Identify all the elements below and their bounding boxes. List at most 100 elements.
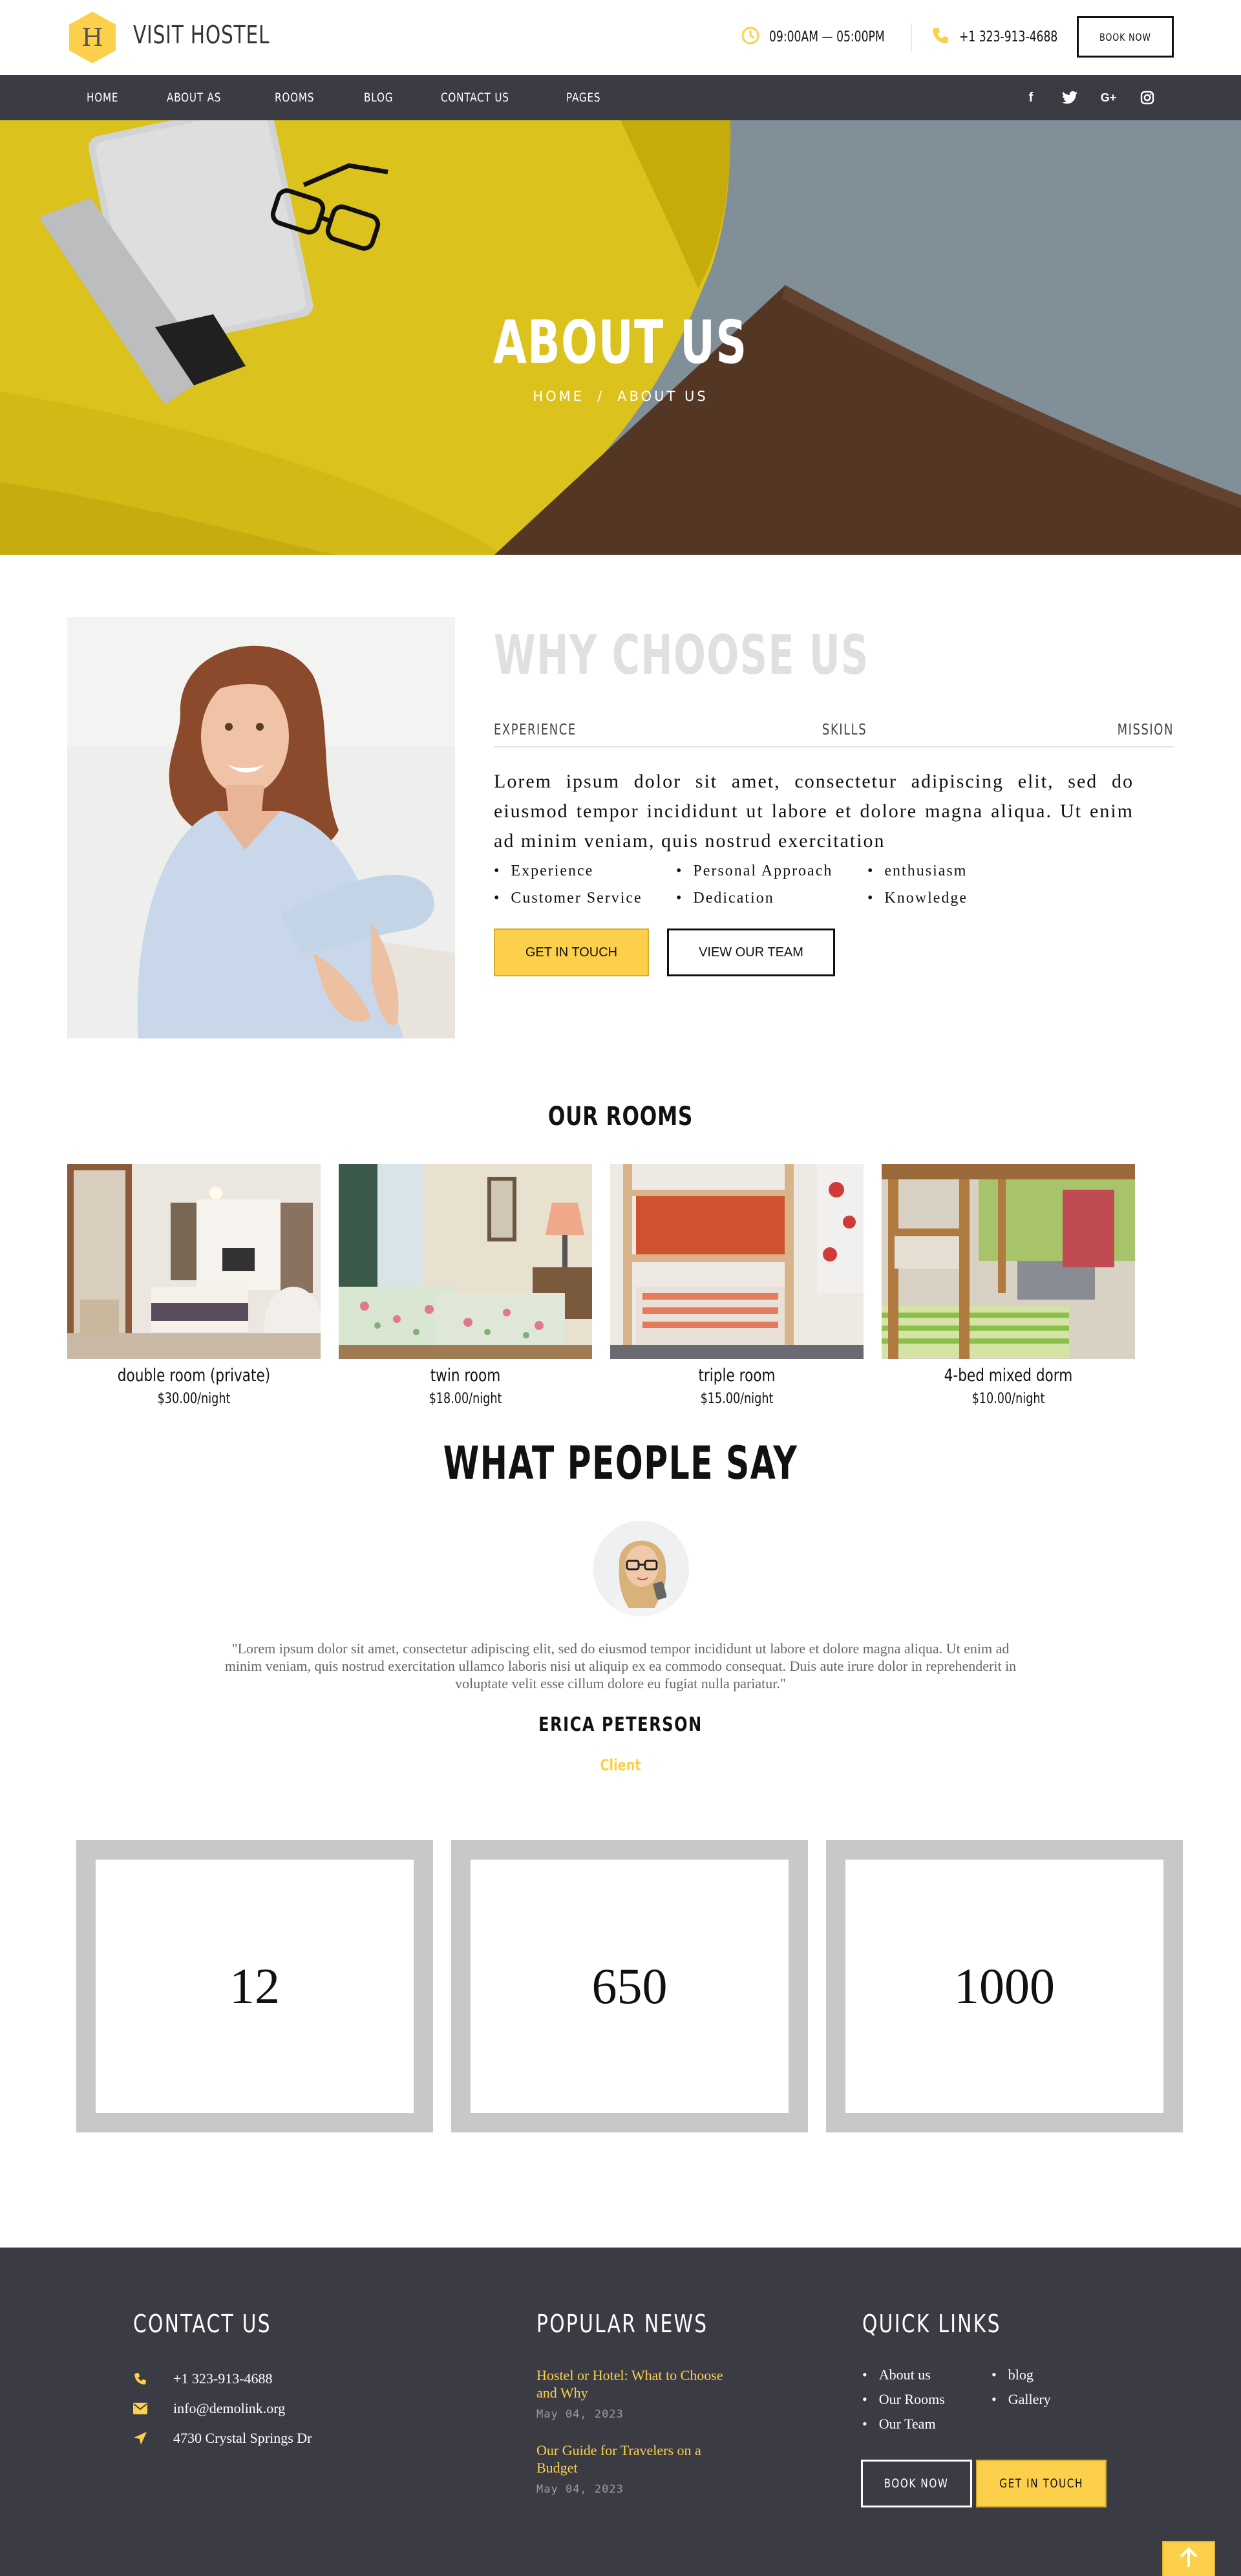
book-now-label: BOOK NOW (1099, 30, 1151, 43)
envelope-icon (133, 2401, 147, 2416)
room-card[interactable]: triple room $15.00/night (610, 1164, 864, 1407)
room-image[interactable] (67, 1164, 321, 1359)
quick-link-blog[interactable]: blog (992, 2367, 1034, 2383)
room-name[interactable]: 4-bed mixed dorm (907, 1366, 1110, 1386)
room-card[interactable]: double room (private) $30.00/night (67, 1164, 321, 1407)
room-name[interactable]: double room (private) (92, 1366, 295, 1386)
nav-item-contact[interactable]: CONTACT US (441, 91, 509, 105)
room-name[interactable]: twin room (364, 1366, 567, 1386)
get-in-touch-button[interactable]: GET IN TOUCH (494, 928, 649, 976)
tab-skills[interactable]: SKILLS (822, 722, 867, 738)
counter-value: 650 (471, 1860, 789, 2113)
hours-text: 09:00AM — 05:00PM (769, 28, 885, 45)
testimonials-title: WHAT PEOPLE SAY (443, 1437, 798, 1490)
arrow-up-icon (1180, 2548, 1198, 2567)
nav-item-pages[interactable]: PAGES (566, 91, 600, 105)
news-date: May 04, 2023 (536, 2483, 624, 2496)
feature-item: Personal Approach (676, 863, 833, 880)
logo[interactable]: H (67, 10, 118, 65)
location-arrow-icon (133, 2431, 147, 2445)
phone-icon (931, 26, 950, 48)
logo-letter: H (81, 23, 103, 52)
feature-item: Customer Service (494, 890, 642, 907)
nav-item-rooms[interactable]: ROOMS (275, 91, 314, 105)
testimonial-author: ERICA PETERSON (538, 1713, 703, 1736)
news-link[interactable]: Hostel or Hotel: What to Choose and Why (536, 2367, 737, 2401)
breadcrumb: HOME / ABOUT US (0, 389, 1241, 404)
counter-box: 12 (76, 1840, 433, 2132)
avatar (593, 1521, 689, 1616)
page-title: ABOUT US (493, 308, 748, 377)
clock-icon (741, 26, 760, 48)
about-photo (67, 617, 455, 1038)
why-choose-us-title: WHY CHOOSE US (494, 623, 869, 687)
breadcrumb-separator: / (597, 389, 605, 404)
feature-item: Dedication (676, 890, 774, 907)
quick-link-gallery[interactable]: Gallery (992, 2391, 1051, 2408)
nav-item-blog[interactable]: BLOG (364, 91, 393, 105)
facebook-icon[interactable]: f (1021, 88, 1041, 107)
footer-book-now-button[interactable]: BOOK NOW (861, 2460, 972, 2507)
phone-number: +1 323-913-4688 (959, 28, 1058, 45)
twitter-icon[interactable] (1060, 88, 1079, 107)
room-name[interactable]: triple room (635, 1366, 838, 1386)
breadcrumb-home[interactable]: HOME (533, 389, 584, 404)
room-price: $18.00/night (429, 1391, 502, 1407)
footer-get-in-touch-label: GET IN TOUCH (999, 2476, 1083, 2491)
room-price: $15.00/night (700, 1391, 774, 1407)
back-to-top-button[interactable] (1162, 2541, 1215, 2576)
feature-item: Knowledge (867, 890, 968, 907)
footer-email[interactable]: info@demolink.org (133, 2400, 285, 2417)
google-plus-icon[interactable]: G+ (1099, 88, 1118, 107)
footer-contact-title: CONTACT US (133, 2310, 271, 2338)
footer-email-text: info@demolink.org (173, 2400, 286, 2416)
tab-mission[interactable]: MISSION (1118, 722, 1174, 738)
room-card[interactable]: 4-bed mixed dorm $10.00/night (882, 1164, 1135, 1407)
top-phone[interactable]: +1 323-913-4688 (931, 26, 1085, 48)
quick-link-about[interactable]: About us (862, 2367, 931, 2383)
opening-hours: 09:00AM — 05:00PM (741, 26, 917, 48)
footer-news-title: POPULAR NEWS (536, 2310, 708, 2338)
why-tabs: EXPERIENCE SKILLS MISSION (494, 722, 1174, 747)
counter-box: 1000 (826, 1840, 1183, 2132)
footer-get-in-touch-button[interactable]: GET IN TOUCH (976, 2460, 1107, 2507)
divider (911, 23, 912, 52)
counter-value: 12 (96, 1860, 414, 2113)
main-nav: HOME ABOUT AS ROOMS BLOG CONTACT US PAGE… (0, 75, 1241, 120)
view-our-team-button[interactable]: VIEW OUR TEAM (667, 928, 835, 976)
top-header: H VISIT HOSTEL 09:00AM — 05:00PM +1 323-… (0, 0, 1241, 75)
phone-icon (133, 2372, 147, 2386)
instagram-icon[interactable] (1138, 88, 1157, 107)
testimonial-quote: "Lorem ipsum dolor sit amet, consectetur… (224, 1640, 1017, 1691)
hexagon-logo-icon: H (69, 12, 116, 63)
counter-box: 650 (451, 1840, 808, 2132)
footer-book-now-label: BOOK NOW (884, 2476, 949, 2491)
news-link[interactable]: Our Guide for Travelers on a Budget (536, 2442, 737, 2476)
nav-item-home[interactable]: HOME (87, 91, 118, 105)
room-image[interactable] (882, 1164, 1135, 1359)
footer-phone-text: +1 323-913-4688 (173, 2370, 273, 2387)
counter-value: 1000 (845, 1860, 1163, 2113)
rooms-title: OUR ROOMS (547, 1102, 694, 1132)
news-date: May 04, 2023 (536, 2408, 624, 2421)
footer-phone[interactable]: +1 323-913-4688 (133, 2370, 273, 2387)
brand-name[interactable]: VISIT HOSTEL (133, 21, 270, 49)
feature-item: Experience (494, 863, 593, 880)
footer-address: 4730 Crystal Springs Dr (133, 2430, 312, 2447)
hero-banner: ABOUT US HOME / ABOUT US (0, 120, 1241, 555)
footer: CONTACT US +1 323-913-4688 info@demolink… (0, 2248, 1241, 2576)
feature-item: enthusiasm (867, 863, 967, 880)
book-now-button[interactable]: BOOK NOW (1077, 16, 1174, 58)
room-image[interactable] (339, 1164, 592, 1359)
breadcrumb-current: ABOUT US (617, 389, 708, 404)
footer-links-title: QUICK LINKS (862, 2310, 1001, 2338)
quick-link-team[interactable]: Our Team (862, 2416, 936, 2432)
room-price: $10.00/night (971, 1391, 1045, 1407)
room-image[interactable] (610, 1164, 864, 1359)
why-paragraph: Lorem ipsum dolor sit amet, consectetur … (494, 771, 1134, 852)
nav-item-about[interactable]: ABOUT AS (167, 91, 221, 105)
quick-link-rooms[interactable]: Our Rooms (862, 2391, 945, 2408)
footer-address-text: 4730 Crystal Springs Dr (173, 2430, 312, 2446)
room-card[interactable]: twin room $18.00/night (339, 1164, 592, 1407)
tab-experience[interactable]: EXPERIENCE (494, 722, 577, 738)
